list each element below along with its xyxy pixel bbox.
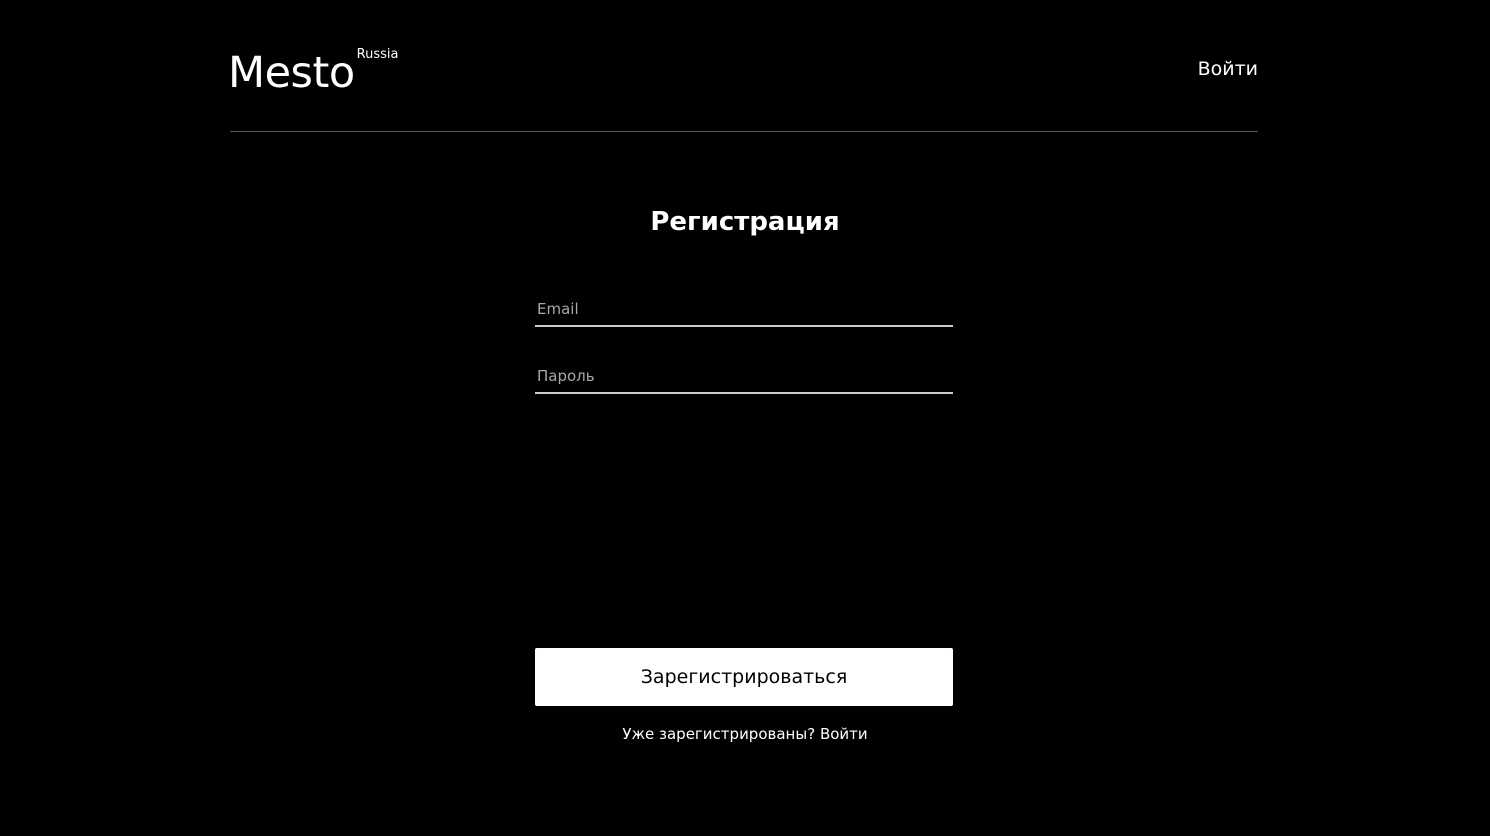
register-button[interactable]: Зарегистрироваться bbox=[535, 648, 953, 706]
header-login-link[interactable]: Войти bbox=[1198, 56, 1258, 82]
signin-link[interactable]: Войти bbox=[820, 725, 868, 743]
password-field[interactable] bbox=[535, 360, 953, 394]
logo-text: Mesto bbox=[228, 48, 355, 98]
email-field[interactable] bbox=[535, 293, 953, 327]
logo: Mesto Russia bbox=[228, 47, 399, 99]
page-header: Mesto Russia Войти bbox=[228, 0, 1258, 132]
signin-hint-text: Уже зарегистрированы? bbox=[622, 725, 816, 743]
form-title: Регистрация bbox=[650, 207, 840, 237]
logo-superscript: Russia bbox=[356, 47, 399, 62]
signin-hint: Уже зарегистрированы? Войти bbox=[0, 723, 1490, 745]
